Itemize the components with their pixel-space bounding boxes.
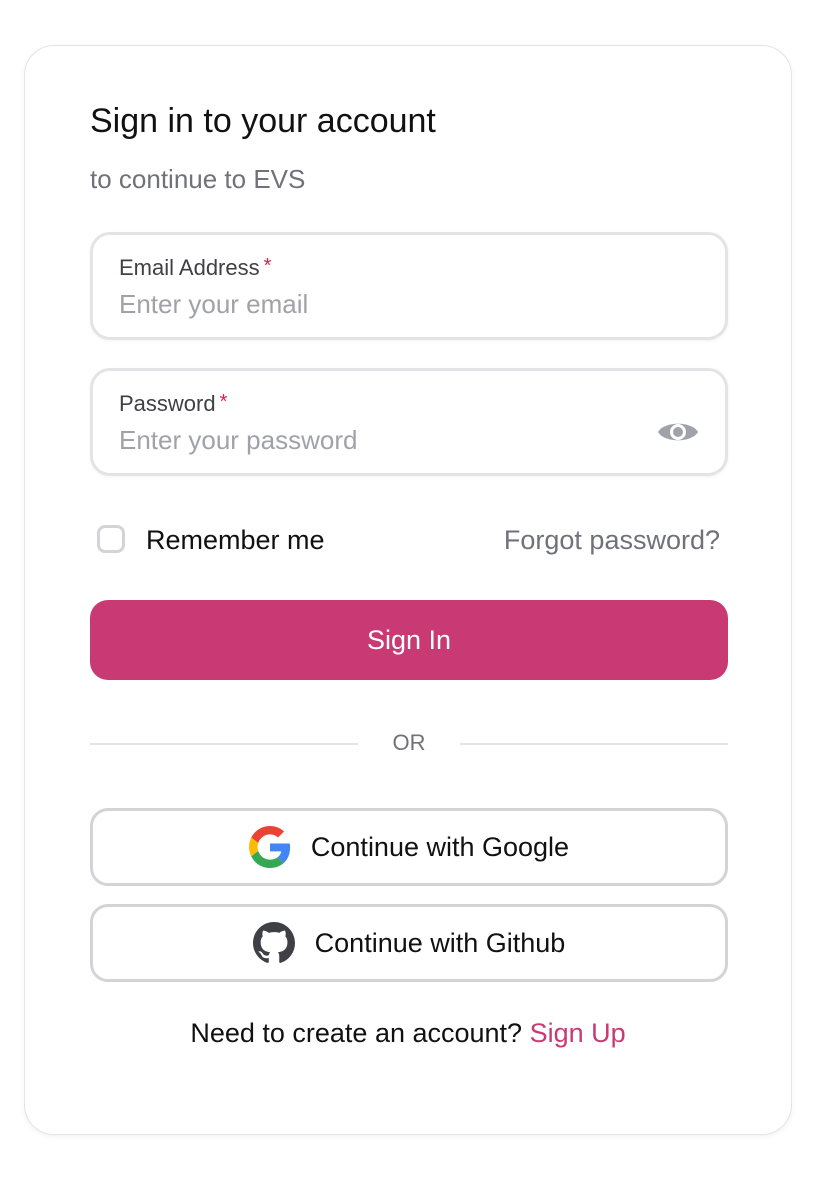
page-subtitle: to continue to EVS: [90, 164, 306, 194]
password-label: Password *: [119, 391, 228, 416]
divider-line: [460, 743, 728, 745]
sign-in-card: Sign in to your account to continue to E…: [24, 45, 792, 1135]
signup-prompt: Need to create an account? Sign Up: [25, 1018, 791, 1049]
eye-icon[interactable]: [657, 417, 699, 447]
signup-prompt-text: Need to create an account?: [190, 1018, 523, 1048]
password-input[interactable]: [119, 425, 639, 456]
email-label: Email Address *: [119, 255, 272, 280]
continue-with-google-button[interactable]: Continue with Google: [90, 808, 728, 886]
sign-up-link[interactable]: Sign Up: [530, 1018, 626, 1048]
remember-me-checkbox[interactable]: [97, 525, 125, 553]
sign-in-button[interactable]: Sign In: [90, 600, 728, 680]
remember-row: Remember me Forgot password?: [90, 521, 728, 561]
required-indicator: *: [263, 255, 272, 277]
password-field[interactable]: Password *: [90, 368, 728, 476]
google-button-label: Continue with Google: [310, 831, 570, 862]
github-button-label: Continue with Github: [314, 927, 566, 958]
remember-me-label[interactable]: Remember me: [146, 525, 325, 556]
google-icon: [248, 826, 291, 868]
email-input[interactable]: [119, 289, 639, 320]
required-indicator: *: [219, 391, 228, 413]
page-title: Sign in to your account: [90, 102, 436, 140]
github-icon: [252, 922, 295, 963]
continue-with-github-button[interactable]: Continue with Github: [90, 904, 728, 982]
forgot-password-link[interactable]: Forgot password?: [504, 525, 720, 556]
email-field[interactable]: Email Address *: [90, 232, 728, 340]
or-divider: OR: [90, 730, 728, 756]
